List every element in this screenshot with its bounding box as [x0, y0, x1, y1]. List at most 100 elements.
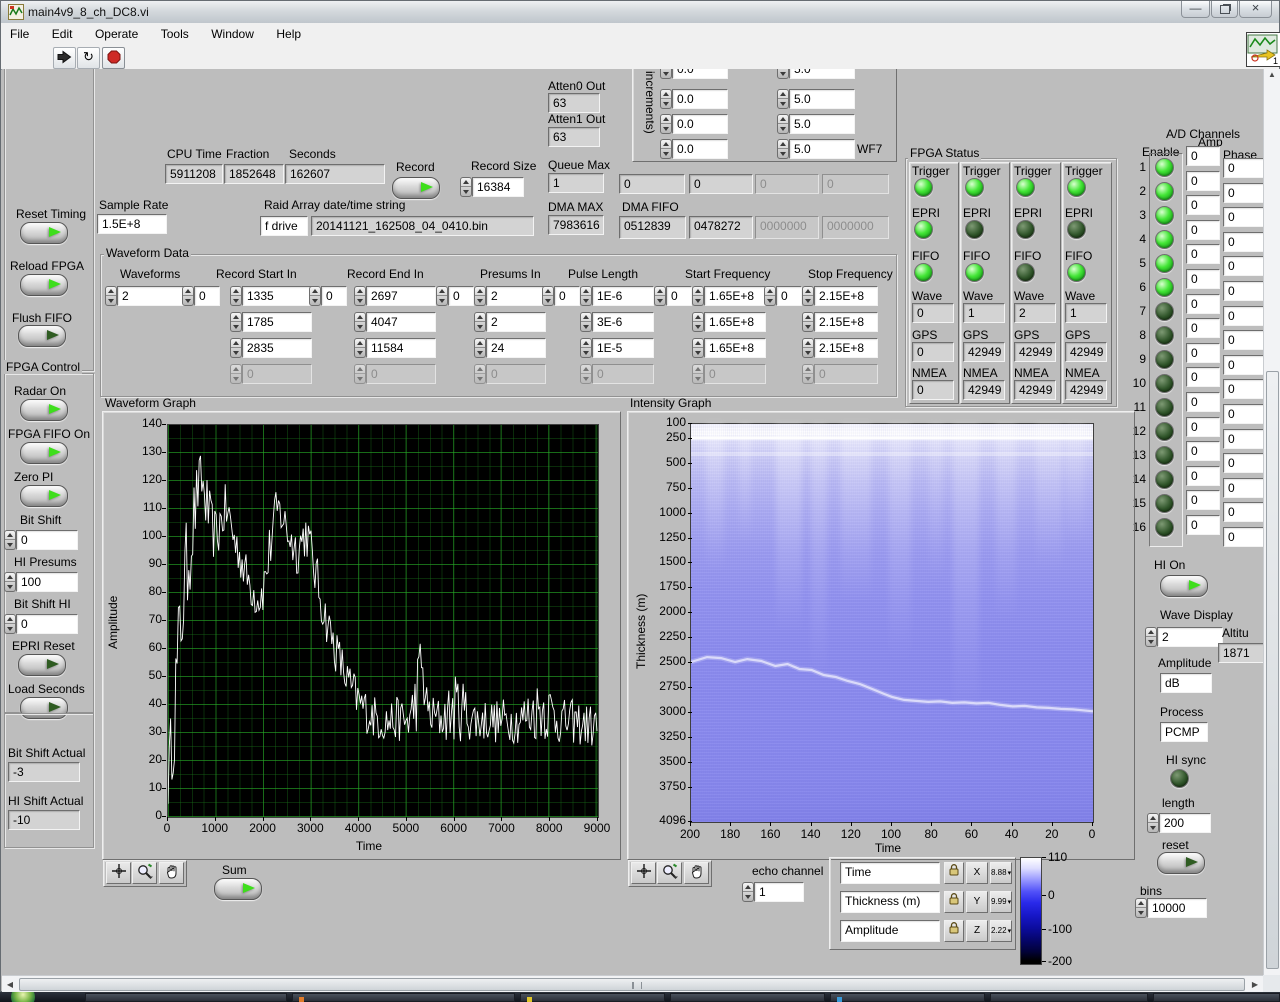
scale-lock-button[interactable] — [944, 891, 964, 913]
wf-col-spinner[interactable] — [802, 286, 814, 306]
wf-col-spinner[interactable] — [692, 312, 704, 332]
ad-phase-field[interactable]: 0 — [1223, 158, 1263, 178]
ad-amp-field[interactable]: 0 — [1186, 465, 1220, 486]
ad-amp-field[interactable]: 0 — [1186, 269, 1220, 289]
length-spinner[interactable] — [1147, 813, 1159, 833]
wf-col-spinner[interactable] — [354, 338, 366, 358]
ad-phase-field[interactable]: 0 — [1223, 231, 1263, 252]
waveform-plot[interactable] — [167, 424, 599, 818]
wf-col-spinner[interactable] — [692, 364, 704, 384]
wf-col-index-spinner[interactable] — [182, 286, 194, 306]
menu-operate[interactable]: Operate — [86, 23, 147, 45]
wave-display-field[interactable]: 2 — [1157, 627, 1223, 647]
taskbar-button[interactable] — [1153, 993, 1280, 1002]
wf-col-index-field[interactable]: 0 — [194, 286, 220, 306]
bit-shift-spinner[interactable] — [4, 530, 16, 550]
menu-edit[interactable]: Edit — [43, 23, 82, 45]
ad-phase-field[interactable]: 0 — [1223, 354, 1263, 375]
pan-tool-button[interactable] — [159, 862, 184, 884]
wf-col-field[interactable]: 1E-6 — [592, 286, 654, 306]
offset-field[interactable]: 0.0 — [672, 114, 728, 134]
wave-display-spinner[interactable] — [1145, 627, 1157, 647]
menu-file[interactable]: File — [1, 23, 38, 45]
ad-phase-field[interactable]: 0 — [1223, 527, 1263, 547]
echo-channel-field[interactable]: 1 — [754, 882, 804, 902]
scale-axis-button[interactable]: Y — [966, 891, 988, 913]
ad-amp-field[interactable]: 0 — [1186, 392, 1220, 412]
ad-phase-field[interactable]: 0 — [1223, 305, 1263, 326]
start-orb[interactable] — [11, 992, 35, 1002]
ad-phase-field[interactable]: 0 — [1223, 502, 1263, 523]
cursor-tool-button[interactable] — [631, 862, 656, 884]
gain-spinner[interactable] — [777, 114, 789, 134]
wf-col-field[interactable]: 2 — [486, 286, 546, 306]
title-bar[interactable]: main4v9_8_ch_DC8.vi — × — [1, 1, 1279, 24]
wf-col-spinner[interactable] — [802, 338, 814, 358]
bins-spinner[interactable] — [1135, 898, 1147, 918]
wf-col-field[interactable]: 2697 — [366, 286, 436, 306]
ad-amp-field[interactable]: 0 — [1186, 367, 1220, 388]
gain-field[interactable]: 5.0 — [789, 139, 855, 159]
offset-field[interactable]: 0.0 — [672, 139, 728, 159]
ad-phase-field[interactable]: 0 — [1223, 428, 1263, 449]
zoom-tool-button[interactable] — [657, 862, 682, 884]
ad-phase-field[interactable]: 0 — [1223, 281, 1263, 301]
offset-spinner[interactable] — [660, 69, 672, 79]
menu-help[interactable]: Help — [267, 23, 310, 45]
scale-name-field[interactable]: Time — [840, 862, 940, 884]
length-field[interactable]: 200 — [1159, 813, 1211, 833]
menu-window[interactable]: Window — [202, 23, 263, 45]
bit-shift-hi-spinner[interactable] — [4, 614, 16, 634]
waveforms-field[interactable]: 2 — [117, 286, 185, 306]
wf-col-spinner[interactable] — [692, 286, 704, 306]
wf-col-spinner[interactable] — [580, 338, 592, 358]
wf-col-spinner[interactable] — [230, 364, 242, 384]
offset-spinner[interactable] — [660, 114, 672, 134]
offset-spinner[interactable] — [660, 139, 672, 159]
wf-col-spinner[interactable] — [230, 312, 242, 332]
ad-phase-field[interactable]: 0 — [1223, 453, 1263, 474]
gain-spinner[interactable] — [777, 89, 789, 109]
restore-button[interactable] — [1211, 1, 1238, 18]
pan-tool-button[interactable] — [684, 862, 709, 884]
wf-col-index-field[interactable]: 0 — [321, 286, 347, 306]
hi-on-switch[interactable] — [1160, 575, 1208, 597]
offset-field[interactable]: 0.0 — [672, 89, 728, 109]
wf-col-field[interactable]: 2.15E+8 — [814, 286, 878, 306]
epri-reset-switch[interactable] — [18, 654, 66, 676]
wf-col-spinner[interactable] — [354, 286, 366, 306]
scale-axis-button[interactable]: X — [966, 862, 988, 884]
scale-format-button[interactable]: 9.99 — [990, 891, 1012, 913]
taskbar-button[interactable] — [990, 993, 1148, 1002]
wf-col-field[interactable]: 2 — [486, 312, 546, 332]
record-switch[interactable] — [392, 177, 440, 199]
taskbar-button[interactable] — [830, 993, 985, 1002]
ad-amp-field[interactable]: 0 — [1186, 490, 1220, 511]
abort-button[interactable] — [102, 47, 125, 69]
ad-amp-field[interactable]: 0 — [1186, 416, 1220, 437]
wf-col-spinner[interactable] — [354, 312, 366, 332]
scale-format-button[interactable]: 8.88 — [990, 862, 1012, 884]
wf-col-spinner[interactable] — [354, 364, 366, 384]
scale-format-button[interactable]: 2.22 — [990, 920, 1012, 942]
ad-amp-field[interactable]: 0 — [1186, 170, 1220, 191]
wf-col-field[interactable]: 11584 — [366, 338, 436, 358]
scale-name-field[interactable]: Thickness (m) — [840, 891, 940, 913]
hi-presums-spinner[interactable] — [4, 572, 16, 592]
bins-field[interactable]: 10000 — [1147, 898, 1207, 918]
wf-col-index-field[interactable]: 0 — [554, 286, 580, 306]
ad-phase-field[interactable]: 0 — [1223, 477, 1263, 498]
flush-fifo-switch[interactable] — [18, 325, 66, 347]
wf-col-spinner[interactable] — [580, 364, 592, 384]
gain-field[interactable]: 5.0 — [789, 114, 855, 134]
close-button[interactable]: × — [1239, 1, 1272, 18]
scale-lock-button[interactable] — [944, 862, 964, 884]
gain-field[interactable]: 5.0 — [789, 69, 855, 79]
ad-phase-field[interactable]: 0 — [1223, 182, 1263, 203]
waveforms-spinner[interactable] — [105, 286, 117, 306]
ad-amp-field[interactable]: 0 — [1186, 219, 1220, 240]
zoom-tool-button[interactable] — [132, 862, 157, 884]
wf-col-index-field[interactable]: 0 — [776, 286, 802, 306]
reset-timing-switch[interactable] — [20, 222, 68, 244]
wf-col-field[interactable]: 2835 — [242, 338, 312, 358]
